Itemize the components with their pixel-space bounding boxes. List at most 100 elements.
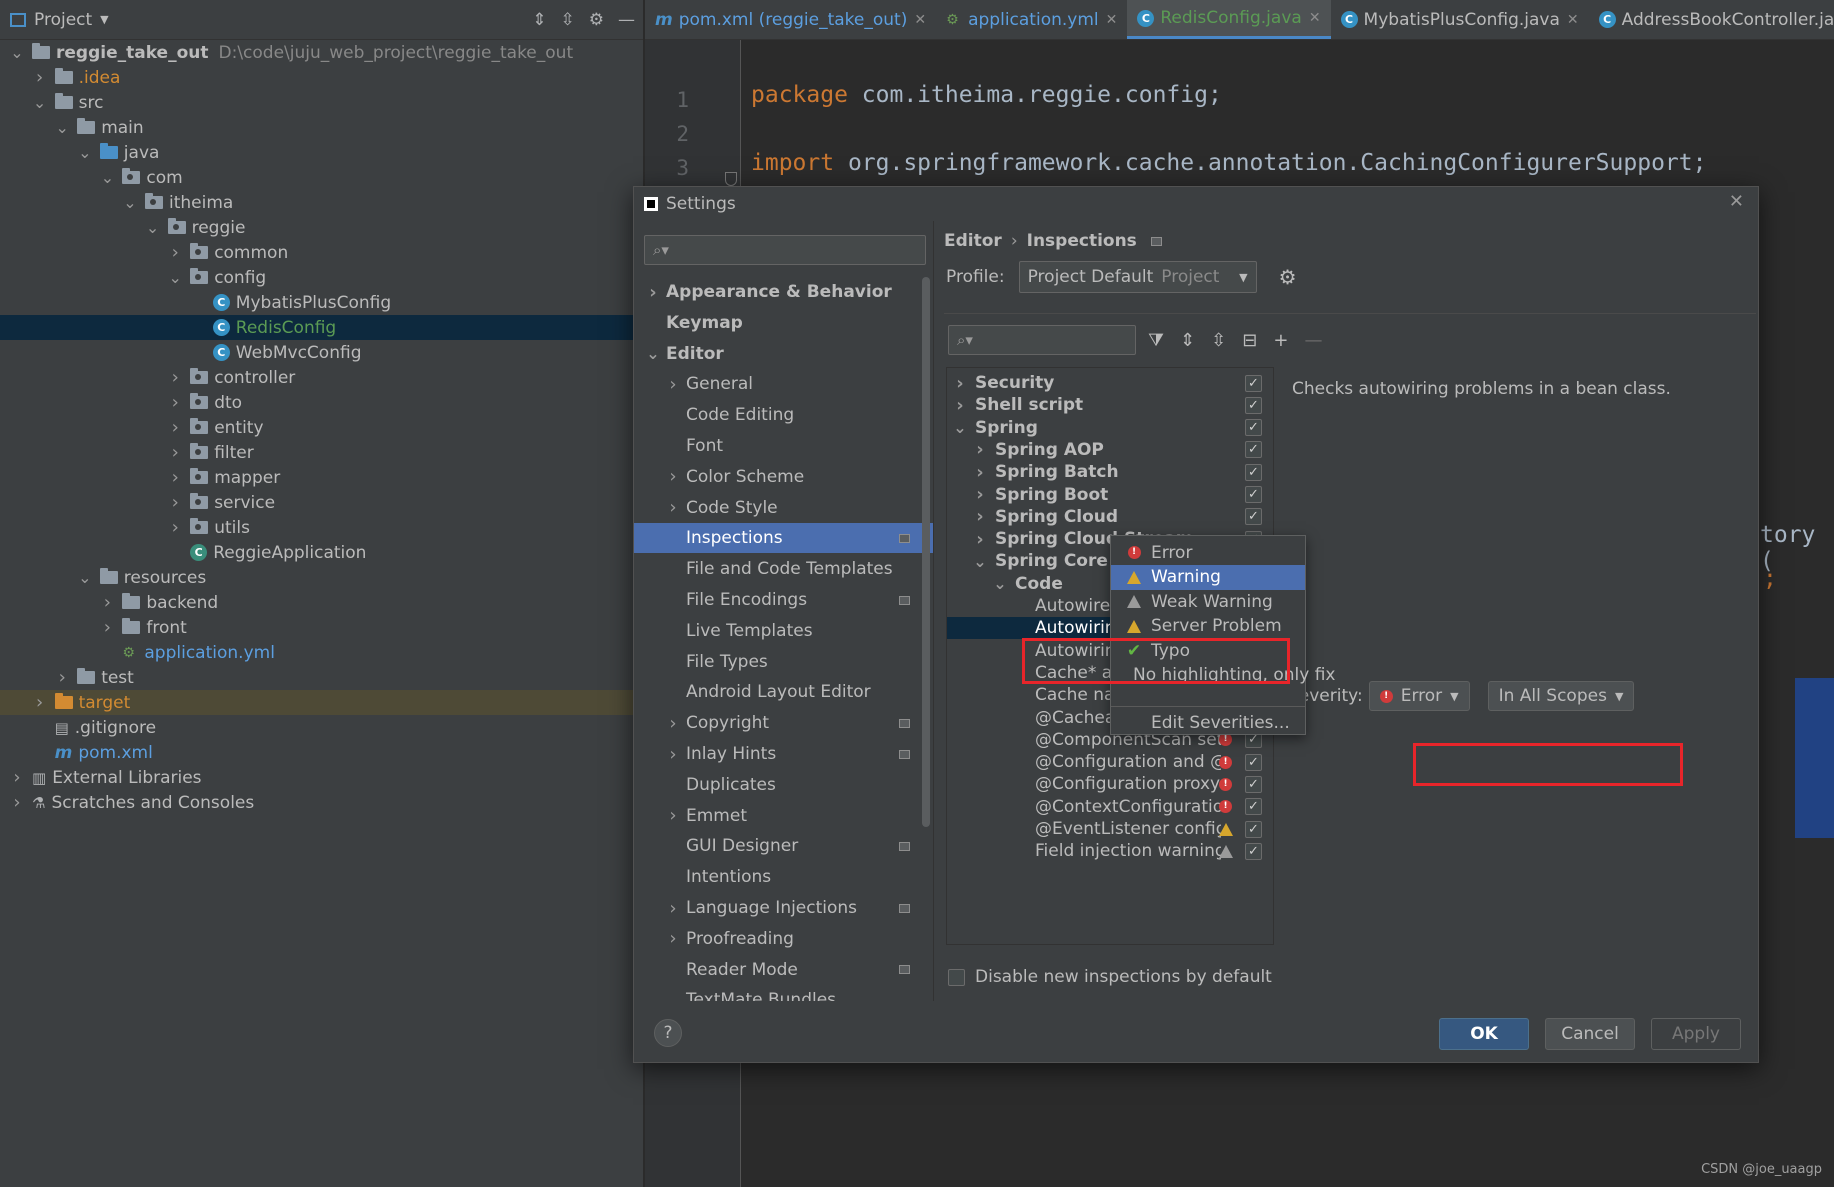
chevron-right-icon[interactable]: › bbox=[55, 667, 69, 688]
chevron-right-icon[interactable]: › bbox=[33, 67, 47, 88]
chevron-down-icon[interactable]: ⌄ bbox=[10, 43, 24, 62]
chevron-down-icon[interactable]: ⌄ bbox=[168, 268, 182, 287]
chevron-down-icon[interactable]: ⌄ bbox=[971, 552, 989, 571]
settings-nav-item[interactable]: › Inlay Hints bbox=[634, 739, 933, 769]
checkbox[interactable] bbox=[948, 968, 965, 986]
editor-tab[interactable]: m pom.xml (reggie_take_out) ✕ bbox=[645, 0, 936, 39]
inspection-row[interactable]: › Spring Boot ✓ bbox=[947, 484, 1273, 506]
chevron-right-icon[interactable]: › bbox=[10, 767, 24, 788]
settings-nav-item[interactable]: › Emmet bbox=[634, 801, 933, 831]
editor-tab[interactable]: C RedisConfig.java ✕ bbox=[1127, 0, 1331, 39]
severity-option[interactable]: Warning bbox=[1111, 564, 1305, 590]
tree-item[interactable]: › utils bbox=[0, 515, 644, 540]
remove-icon[interactable]: — bbox=[1304, 330, 1322, 351]
chevron-down-icon[interactable]: ▼ bbox=[100, 13, 108, 26]
chevron-right-icon[interactable]: › bbox=[664, 744, 682, 765]
add-icon[interactable]: + bbox=[1273, 330, 1288, 351]
close-tab-icon[interactable]: ✕ bbox=[914, 12, 926, 28]
chevron-right-icon[interactable]: › bbox=[664, 713, 682, 734]
inspection-row[interactable]: ›@Configuration and @Bean!✓ bbox=[947, 751, 1273, 773]
chevron-right-icon[interactable]: › bbox=[644, 282, 662, 303]
inspection-row[interactable]: › Spring Batch ✓ bbox=[947, 461, 1273, 483]
tree-item[interactable]: ›mpom.xml bbox=[0, 740, 644, 765]
reset-icon[interactable]: ⊟ bbox=[1242, 330, 1257, 351]
tree-item[interactable]: ›▤.gitignore bbox=[0, 715, 644, 740]
tree-item[interactable]: ›CReggieApplication bbox=[0, 540, 644, 565]
chevron-down-icon[interactable]: ⌄ bbox=[644, 344, 662, 363]
inspection-checkbox[interactable]: ✓ bbox=[1245, 441, 1262, 459]
tree-item[interactable]: ›CWebMvcConfig bbox=[0, 340, 644, 365]
chevron-right-icon[interactable]: › bbox=[33, 692, 47, 713]
tree-item[interactable]: › mapper bbox=[0, 465, 644, 490]
breadcrumb-editor[interactable]: Editor bbox=[944, 231, 1002, 251]
chevron-down-icon[interactable]: ⌄ bbox=[951, 418, 969, 437]
inspection-row[interactable]: ›Field injection warning✓ bbox=[947, 840, 1273, 862]
ok-button[interactable]: OK bbox=[1439, 1018, 1529, 1050]
tree-item[interactable]: ⌄ resources bbox=[0, 565, 644, 590]
chevron-right-icon[interactable]: › bbox=[100, 617, 114, 638]
chevron-right-icon[interactable]: › bbox=[664, 805, 682, 826]
chevron-right-icon[interactable]: › bbox=[168, 517, 182, 538]
settings-nav-item[interactable]: ›Android Layout Editor bbox=[634, 677, 933, 707]
tree-item[interactable]: ⌄ main bbox=[0, 115, 644, 140]
inspection-search-input[interactable]: ⌕▾ bbox=[948, 325, 1136, 355]
inspection-checkbox[interactable]: ✓ bbox=[1245, 775, 1262, 793]
tree-item[interactable]: › dto bbox=[0, 390, 644, 415]
severity-option[interactable]: Edit Severities... bbox=[1111, 710, 1305, 735]
settings-search-input[interactable]: ⌕▾ bbox=[644, 235, 926, 265]
inspection-checkbox[interactable]: ✓ bbox=[1245, 463, 1262, 481]
settings-nav-item[interactable]: ⌄ Editor bbox=[634, 339, 933, 369]
settings-nav-item[interactable]: ›Reader Mode bbox=[634, 955, 933, 985]
settings-nav-item[interactable]: ›Font bbox=[634, 431, 933, 461]
tree-item[interactable]: › common bbox=[0, 240, 644, 265]
inspection-row[interactable]: ›@ContextConfiguration and!✓ bbox=[947, 796, 1273, 818]
chevron-down-icon[interactable]: ⌄ bbox=[33, 93, 47, 112]
tree-item[interactable]: › ⚗ Scratches and Consoles bbox=[0, 790, 644, 815]
apply-button[interactable]: Apply bbox=[1651, 1018, 1741, 1050]
inspection-checkbox[interactable]: ✓ bbox=[1245, 820, 1262, 838]
chevron-right-icon[interactable]: › bbox=[951, 373, 969, 394]
settings-nav-item[interactable]: ›Keymap bbox=[634, 308, 933, 338]
chevron-down-icon[interactable]: ⌄ bbox=[55, 118, 69, 137]
chevron-down-icon[interactable]: ⌄ bbox=[100, 168, 114, 187]
chevron-right-icon[interactable]: › bbox=[951, 395, 969, 416]
tree-item[interactable]: › backend bbox=[0, 590, 644, 615]
tree-item[interactable]: ⌄ java bbox=[0, 140, 644, 165]
chevron-right-icon[interactable]: › bbox=[971, 439, 989, 460]
chevron-right-icon[interactable]: › bbox=[10, 792, 24, 813]
chevron-down-icon[interactable]: ⌄ bbox=[123, 193, 137, 212]
chevron-right-icon[interactable]: › bbox=[664, 497, 682, 518]
tree-item[interactable]: › service bbox=[0, 490, 644, 515]
editor-tab[interactable]: CAddressBookController.java✕ bbox=[1589, 0, 1834, 39]
chevron-down-icon[interactable]: ⌄ bbox=[78, 143, 92, 162]
inspection-checkbox[interactable]: ✓ bbox=[1245, 374, 1262, 392]
nav-scrollbar[interactable] bbox=[922, 277, 930, 827]
chevron-right-icon[interactable]: › bbox=[100, 592, 114, 613]
chevron-right-icon[interactable]: › bbox=[168, 417, 182, 438]
inspection-row[interactable]: ›@EventListener configuratio✓ bbox=[947, 818, 1273, 840]
settings-nav-item[interactable]: › General bbox=[634, 369, 933, 399]
chevron-down-icon[interactable]: ⌄ bbox=[78, 568, 92, 587]
chevron-down-icon[interactable]: ⌄ bbox=[991, 574, 1009, 593]
inspection-checkbox[interactable]: ✓ bbox=[1245, 396, 1262, 414]
chevron-right-icon[interactable]: › bbox=[971, 506, 989, 527]
disable-new-inspections-checkbox[interactable]: Disable new inspections by default bbox=[948, 967, 1272, 987]
tree-item[interactable]: ⌄ com bbox=[0, 165, 644, 190]
chevron-right-icon[interactable]: › bbox=[168, 492, 182, 513]
settings-nav-item[interactable]: › Language Injections bbox=[634, 893, 933, 923]
tree-item[interactable]: ⌄ config bbox=[0, 265, 644, 290]
inspection-row[interactable]: › Shell script ✓ bbox=[947, 394, 1273, 416]
severity-option[interactable]: Weak Warning bbox=[1111, 589, 1305, 614]
tree-item[interactable]: › filter bbox=[0, 440, 644, 465]
tree-item[interactable]: ⌄ reggie bbox=[0, 215, 644, 240]
inspection-checkbox[interactable]: ✓ bbox=[1245, 842, 1262, 860]
scope-select[interactable]: In All Scopes ▼ bbox=[1487, 681, 1635, 711]
chevron-right-icon[interactable]: › bbox=[664, 928, 682, 949]
severity-option[interactable]: Server Problem bbox=[1111, 614, 1305, 639]
settings-nav-item[interactable]: › Proofreading bbox=[634, 924, 933, 954]
inspection-checkbox[interactable]: ✓ bbox=[1245, 419, 1262, 437]
cancel-button[interactable]: Cancel bbox=[1545, 1018, 1635, 1050]
tree-item[interactable]: › controller bbox=[0, 365, 644, 390]
settings-nav-item[interactable]: › Code Style bbox=[634, 493, 933, 523]
inspection-row[interactable]: › Security ✓ bbox=[947, 372, 1273, 394]
